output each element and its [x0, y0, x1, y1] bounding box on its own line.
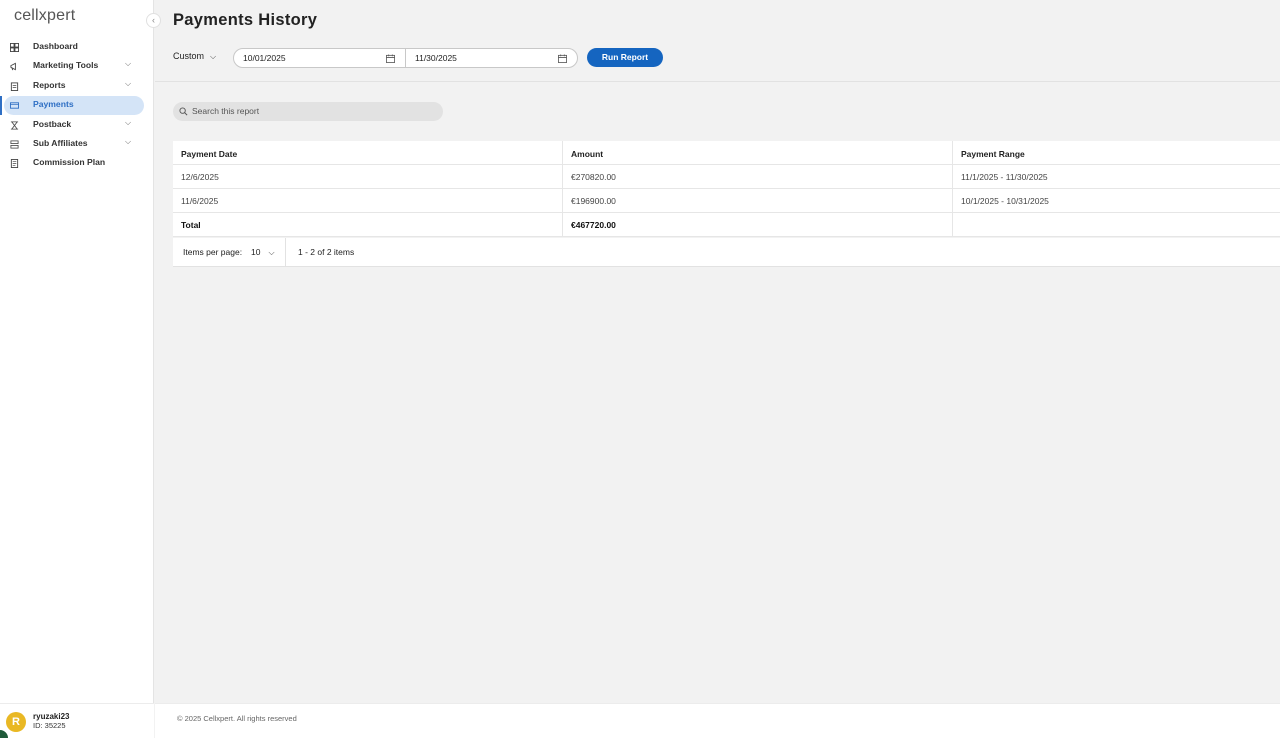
active-indicator	[0, 96, 2, 116]
search-icon	[179, 107, 188, 116]
column-header-payment-range[interactable]: Payment Range	[953, 141, 1280, 165]
sidebar-item-label: Reports	[33, 79, 66, 90]
postback-icon	[10, 121, 19, 130]
total-label: Total	[173, 213, 563, 237]
sidebar: cellxpert Dashboard Marketing Tools ⌵ Re…	[0, 0, 154, 738]
document-icon	[10, 159, 19, 169]
date-range-select[interactable]: Custom ⌵	[173, 51, 216, 62]
sidebar-item-label: Marketing Tools	[33, 60, 99, 71]
sidebar-item-label: Dashboard	[33, 41, 78, 51]
chevron-down-icon: ⌵	[268, 248, 275, 257]
page-footer: © 2025 Cellxpert. All rights reserved	[155, 703, 1280, 738]
total-amount: €467720.00	[563, 213, 953, 237]
calendar-icon[interactable]	[386, 54, 395, 63]
report-toolbar: Payments History Custom ⌵ 10/01/2025 11/3…	[155, 0, 1280, 82]
search-input[interactable]: Search this report	[173, 102, 443, 121]
pagination-info: 1 - 2 of 2 items	[298, 247, 355, 257]
active-highlight	[4, 96, 144, 116]
items-per-page-select[interactable]: 10 ⌵	[251, 247, 275, 258]
user-profile[interactable]: R ryuzaki23 ID: 35225	[0, 703, 154, 738]
run-report-button[interactable]: Run Report	[587, 48, 663, 67]
chevron-down-icon: ⌵	[210, 52, 217, 61]
sub-affiliates-icon	[10, 140, 19, 149]
table-total-row: Total €467720.00	[173, 213, 1280, 237]
calendar-icon[interactable]	[558, 54, 567, 63]
sidebar-item-label: Postback	[33, 118, 72, 129]
column-header-payment-date[interactable]: Payment Date	[173, 141, 563, 165]
chevron-down-icon: ⌵	[125, 136, 132, 146]
date-range-label: Custom	[173, 51, 205, 61]
chevron-down-icon: ⌵	[125, 117, 132, 127]
divider	[285, 238, 286, 267]
cell-payment-range: 10/1/2025 - 10/31/2025	[961, 196, 1049, 206]
user-name: ryuzaki23	[33, 712, 70, 721]
chevron-down-icon: ⌵	[125, 78, 132, 88]
chevron-left-icon[interactable]: ‹	[146, 13, 161, 28]
copyright-text: © 2025 Cellxpert. All rights reserved	[177, 714, 297, 723]
sidebar-item-marketing-tools[interactable]: Marketing Tools ⌵	[0, 57, 154, 76]
user-id: ID: 35225	[33, 721, 66, 730]
dashboard-icon	[10, 43, 19, 52]
avatar: R	[6, 712, 26, 732]
chevron-down-icon: ⌵	[125, 59, 132, 69]
cell-payment-date: 11/6/2025	[173, 189, 563, 213]
sidebar-item-label: Payments	[33, 99, 74, 110]
cell-amount: €196900.00	[563, 189, 953, 213]
cell-amount: €270820.00	[563, 165, 953, 189]
sidebar-item-payments[interactable]: Payments	[0, 96, 154, 116]
column-header-amount[interactable]: Amount	[563, 141, 953, 165]
table-header-row: Payment Date Amount Payment Range	[173, 141, 1280, 165]
wallet-icon	[10, 102, 19, 109]
cell-payment-date: 12/6/2025	[173, 165, 563, 189]
sidebar-nav: Dashboard Marketing Tools ⌵ Reports ⌵ Pa…	[0, 38, 154, 174]
sidebar-item-postback[interactable]: Postback ⌵	[0, 116, 154, 135]
search-placeholder: Search this report	[192, 106, 260, 116]
reports-icon	[10, 82, 19, 91]
end-date-value: 11/30/2025	[415, 53, 457, 63]
total-range	[953, 213, 1280, 237]
brand-logo: cellxpert	[14, 7, 76, 24]
table-row: 12/6/2025 €270820.00 11/1/2025 - 11/30/2…	[173, 165, 1280, 189]
sidebar-item-label: Commission Plan	[33, 157, 106, 168]
end-date-field[interactable]: 11/30/2025	[405, 48, 578, 68]
page-title: Payments History	[173, 11, 318, 29]
start-date-field[interactable]: 10/01/2025	[233, 48, 406, 68]
items-per-page-label: Items per page:	[183, 247, 243, 257]
sidebar-item-dashboard[interactable]: Dashboard	[0, 38, 154, 57]
cell-payment-range: 11/1/2025 - 11/30/2025	[961, 172, 1048, 182]
sidebar-item-label: Sub Affiliates	[33, 137, 88, 148]
table-row: 11/6/2025 €196900.00 10/1/2025 - 10/31/2…	[173, 189, 1280, 213]
sidebar-item-reports[interactable]: Reports ⌵	[0, 77, 154, 96]
pagination-bar: Items per page: 10 ⌵ 1 - 2 of 2 items	[173, 238, 1280, 267]
items-per-page-value: 10	[251, 247, 261, 257]
megaphone-icon	[10, 63, 16, 71]
sidebar-item-sub-affiliates[interactable]: Sub Affiliates ⌵	[0, 135, 154, 154]
main-content: Payments History Custom ⌵ 10/01/2025 11/3…	[155, 0, 1280, 738]
payments-table: Payment Date Amount Payment Range 12/6/2…	[173, 141, 1280, 237]
sidebar-item-commission-plan[interactable]: Commission Plan	[0, 154, 154, 173]
start-date-value: 10/01/2025	[243, 53, 286, 63]
